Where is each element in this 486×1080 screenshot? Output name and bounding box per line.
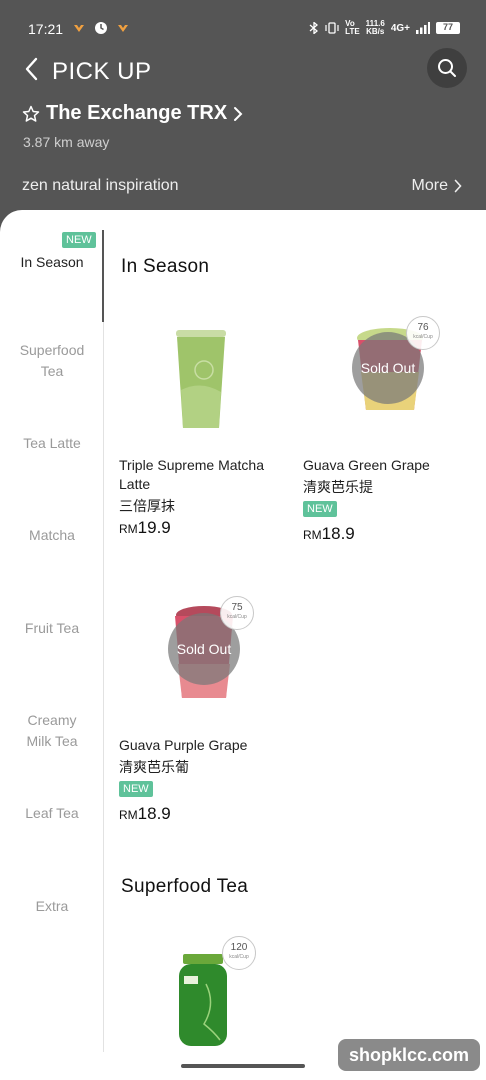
product-name[interactable]: Guava Purple Grape (119, 736, 289, 755)
product-price: RM18.9 (303, 524, 355, 543)
chevron-right-icon (454, 179, 462, 193)
product-name-cn: 三倍厚抹 (119, 498, 175, 514)
product-price: RM18.9 (119, 804, 171, 823)
star-icon[interactable] (22, 105, 40, 123)
new-badge: NEW (119, 781, 153, 797)
product-image[interactable] (170, 330, 232, 430)
sidebar-item-leaf-tea[interactable]: Leaf Tea (0, 803, 104, 824)
kcal-badge: 75 kcal/Cup (220, 596, 254, 630)
product-name-cn: 清爽芭乐提 (303, 479, 373, 495)
battery-icon: 77 (436, 22, 460, 34)
chevron-right-icon (234, 106, 243, 121)
clock-icon (95, 22, 107, 34)
more-label[interactable]: More (412, 177, 448, 195)
status-time: 17:21 (28, 21, 64, 37)
menu-content: NEW In Season Superfood Tea Tea Latte Ma… (0, 210, 486, 1080)
product-image[interactable] (176, 954, 230, 1046)
store-name[interactable]: The Exchange TRX (46, 102, 227, 125)
page-title: PICK UP (52, 58, 152, 85)
sidebar-item-superfood-tea[interactable]: Superfood Tea (0, 340, 104, 382)
sidebar-item-tea-latte[interactable]: Tea Latte (0, 433, 104, 454)
bluetooth-icon (309, 22, 319, 34)
product-name[interactable]: Triple Supreme Matcha Latte (119, 456, 284, 494)
active-indicator (102, 230, 104, 322)
product-price: RM19.9 (119, 518, 171, 537)
product-name[interactable]: Guava Green Grape (303, 456, 473, 475)
store-distance: 3.87 km away (23, 134, 110, 150)
signal-icon (416, 22, 430, 34)
new-badge: NEW (62, 232, 96, 248)
search-button[interactable] (427, 48, 467, 88)
kcal-badge: 76 kcal/Cup (406, 316, 440, 350)
notification-app-icon (118, 25, 128, 32)
volte-icon: Vo LTE (345, 19, 360, 36)
sidebar-item-creamy-milk-tea[interactable]: Creamy Milk Tea (0, 710, 104, 752)
product-name-cn: 清爽芭乐葡 (119, 759, 189, 775)
store-tagline: zen natural inspiration (22, 177, 179, 194)
watermark: shopklcc.com (338, 1039, 480, 1071)
home-indicator[interactable] (181, 1064, 305, 1068)
kcal-badge: 120 kcal/Cup (222, 936, 256, 970)
back-icon[interactable] (22, 56, 42, 82)
status-right: Vo LTE 111.6 KB/s 4G+ 77 (309, 20, 460, 36)
sidebar-item-matcha[interactable]: Matcha (0, 525, 104, 546)
vibrate-icon (325, 22, 339, 34)
store-selector[interactable]: The Exchange TRX (22, 102, 243, 125)
section-title-superfood-tea: Superfood Tea (121, 876, 249, 897)
section-title-in-season: In Season (121, 256, 210, 277)
network-type: 4G+ (390, 22, 410, 34)
status-bar: 17:21 Vo LTE 111.6 KB/s 4G+ 77 (0, 0, 486, 40)
sidebar-divider (103, 230, 104, 1052)
sidebar-item-fruit-tea[interactable]: Fruit Tea (0, 618, 104, 639)
category-sidebar: NEW In Season Superfood Tea Tea Latte Ma… (0, 210, 104, 1080)
search-icon (438, 59, 456, 77)
header: 17:21 Vo LTE 111.6 KB/s 4G+ 77 PICK UP The… (0, 0, 486, 240)
notification-app-icon (74, 25, 84, 32)
network-speed: 111.6 KB/s (365, 19, 385, 36)
notification-icons (72, 21, 130, 35)
more-link[interactable]: More (412, 177, 462, 195)
sidebar-item-extra[interactable]: Extra (0, 896, 104, 917)
new-badge: NEW (303, 501, 337, 517)
sidebar-item-in-season[interactable]: In Season (0, 252, 104, 273)
